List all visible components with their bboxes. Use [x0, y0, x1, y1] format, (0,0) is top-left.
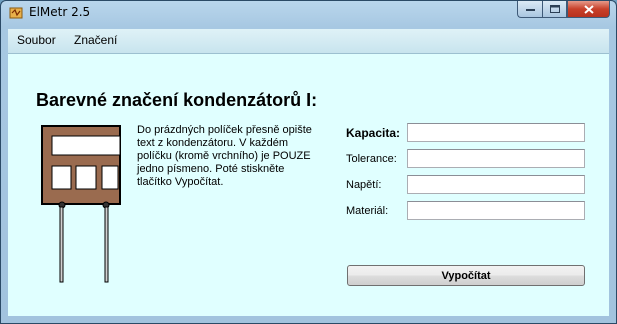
- minimize-button[interactable]: [517, 1, 542, 18]
- close-button[interactable]: [567, 1, 610, 18]
- main-panel: Barevné značení kondenzátorů I: Do prázd…: [8, 54, 609, 316]
- material-label: Materiál:: [346, 205, 389, 217]
- maximize-icon: [549, 5, 560, 13]
- capacity-field[interactable]: [407, 123, 585, 142]
- instructions-text: Do prázdných políček přesně opište text …: [137, 124, 312, 188]
- menu-soubor[interactable]: Soubor: [17, 33, 56, 47]
- title-bar[interactable]: ElMetr 2.5: [1, 1, 616, 27]
- menu-bar: Soubor Značení: [8, 29, 609, 54]
- page-title: Barevné značení kondenzátorů I:: [36, 90, 318, 110]
- menu-znaceni[interactable]: Značení: [74, 33, 117, 47]
- window-title: ElMetr 2.5: [29, 5, 91, 19]
- calculate-button[interactable]: Vypočítat: [347, 265, 585, 286]
- minimize-icon: [525, 9, 535, 11]
- close-icon: [583, 4, 594, 14]
- app-icon: [9, 7, 23, 19]
- voltage-field[interactable]: [407, 175, 585, 194]
- tolerance-label: Tolerance:: [346, 153, 397, 165]
- tolerance-field[interactable]: [407, 149, 585, 168]
- maximize-button[interactable]: [542, 1, 567, 18]
- material-field[interactable]: [407, 201, 585, 220]
- voltage-label: Napětí:: [346, 179, 382, 191]
- capacity-label: Kapacita:: [346, 126, 401, 140]
- app-window: ElMetr 2.5 Soubor Značení Barevné značen…: [0, 0, 617, 324]
- capacitor-illustration: [41, 125, 121, 283]
